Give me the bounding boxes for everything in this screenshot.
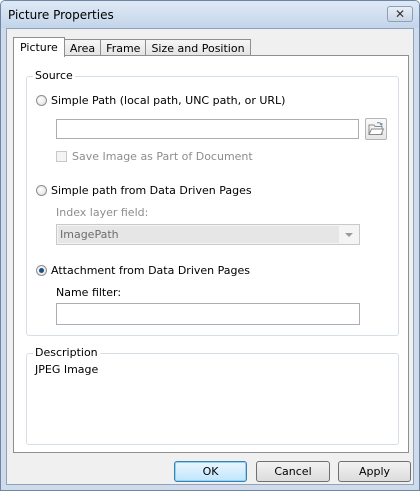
tab-area-label: Area [69,41,96,55]
ddp-path-label: Simple path from Data Driven Pages [51,184,252,197]
save-image-option[interactable]: Save Image as Part of Document [56,150,253,163]
apply-label: Apply [358,465,391,478]
attachment-radio-option[interactable]: Attachment from Data Driven Pages [36,264,250,277]
index-layer-field-dropdown[interactable]: ImagePath [56,224,360,245]
source-legend: Source [33,69,75,82]
attachment-radio[interactable] [36,265,47,276]
save-image-label: Save Image as Part of Document [72,150,253,163]
tab-size-and-position[interactable]: Size and Position [145,39,251,56]
tab-picture-label: Picture [20,41,58,54]
ddp-path-radio-option[interactable]: Simple path from Data Driven Pages [36,184,252,197]
description-group: Description JPEG Image [26,346,399,445]
tab-strip: Picture Area Frame Size and Position [13,37,251,57]
apply-button[interactable]: Apply [338,461,411,482]
attachment-label: Attachment from Data Driven Pages [51,264,250,277]
chevron-down-icon [345,233,353,237]
ok-button[interactable]: OK [174,461,247,482]
name-filter-label: Name filter: [56,286,122,299]
close-button[interactable]: ✕ [387,6,413,22]
tab-size-and-position-label: Size and Position [151,41,245,55]
browse-button[interactable] [365,118,387,140]
folder-open-icon [368,122,385,135]
simple-path-radio-option[interactable]: Simple Path (local path, UNC path, or UR… [36,94,285,107]
description-legend: Description [33,346,100,359]
tab-picture[interactable]: Picture [13,37,65,57]
title-bar[interactable]: Picture Properties ✕ [1,1,419,28]
name-filter-input[interactable] [57,304,359,324]
simple-path-input-box [56,119,359,139]
name-filter-input-box [56,303,360,325]
cancel-label: Cancel [274,465,312,478]
ok-label: OK [202,465,219,478]
simple-path-input[interactable] [57,120,358,138]
save-image-checkbox[interactable] [56,151,67,162]
close-icon: ✕ [394,7,406,21]
simple-path-radio[interactable] [36,95,47,106]
dialog-client-area: Picture Area Frame Size and Position Sou… [6,28,414,485]
tab-frame-label: Frame [106,41,141,55]
ddp-path-radio[interactable] [36,185,47,196]
picture-properties-window: Picture Properties ✕ Picture Area Frame … [0,0,420,491]
tab-area[interactable]: Area [63,39,102,56]
cancel-button[interactable]: Cancel [256,461,330,482]
tab-frame[interactable]: Frame [100,39,147,56]
source-group: Source Simple Path (local path, UNC path… [26,69,399,336]
simple-path-label: Simple Path (local path, UNC path, or UR… [51,94,286,107]
index-layer-field-value: ImagePath [60,228,119,241]
picture-tab-panel: Source Simple Path (local path, UNC path… [13,55,409,453]
window-title: Picture Properties [8,8,114,22]
description-text: JPEG Image [35,363,99,376]
index-layer-field-label: Index layer field: [56,206,149,219]
